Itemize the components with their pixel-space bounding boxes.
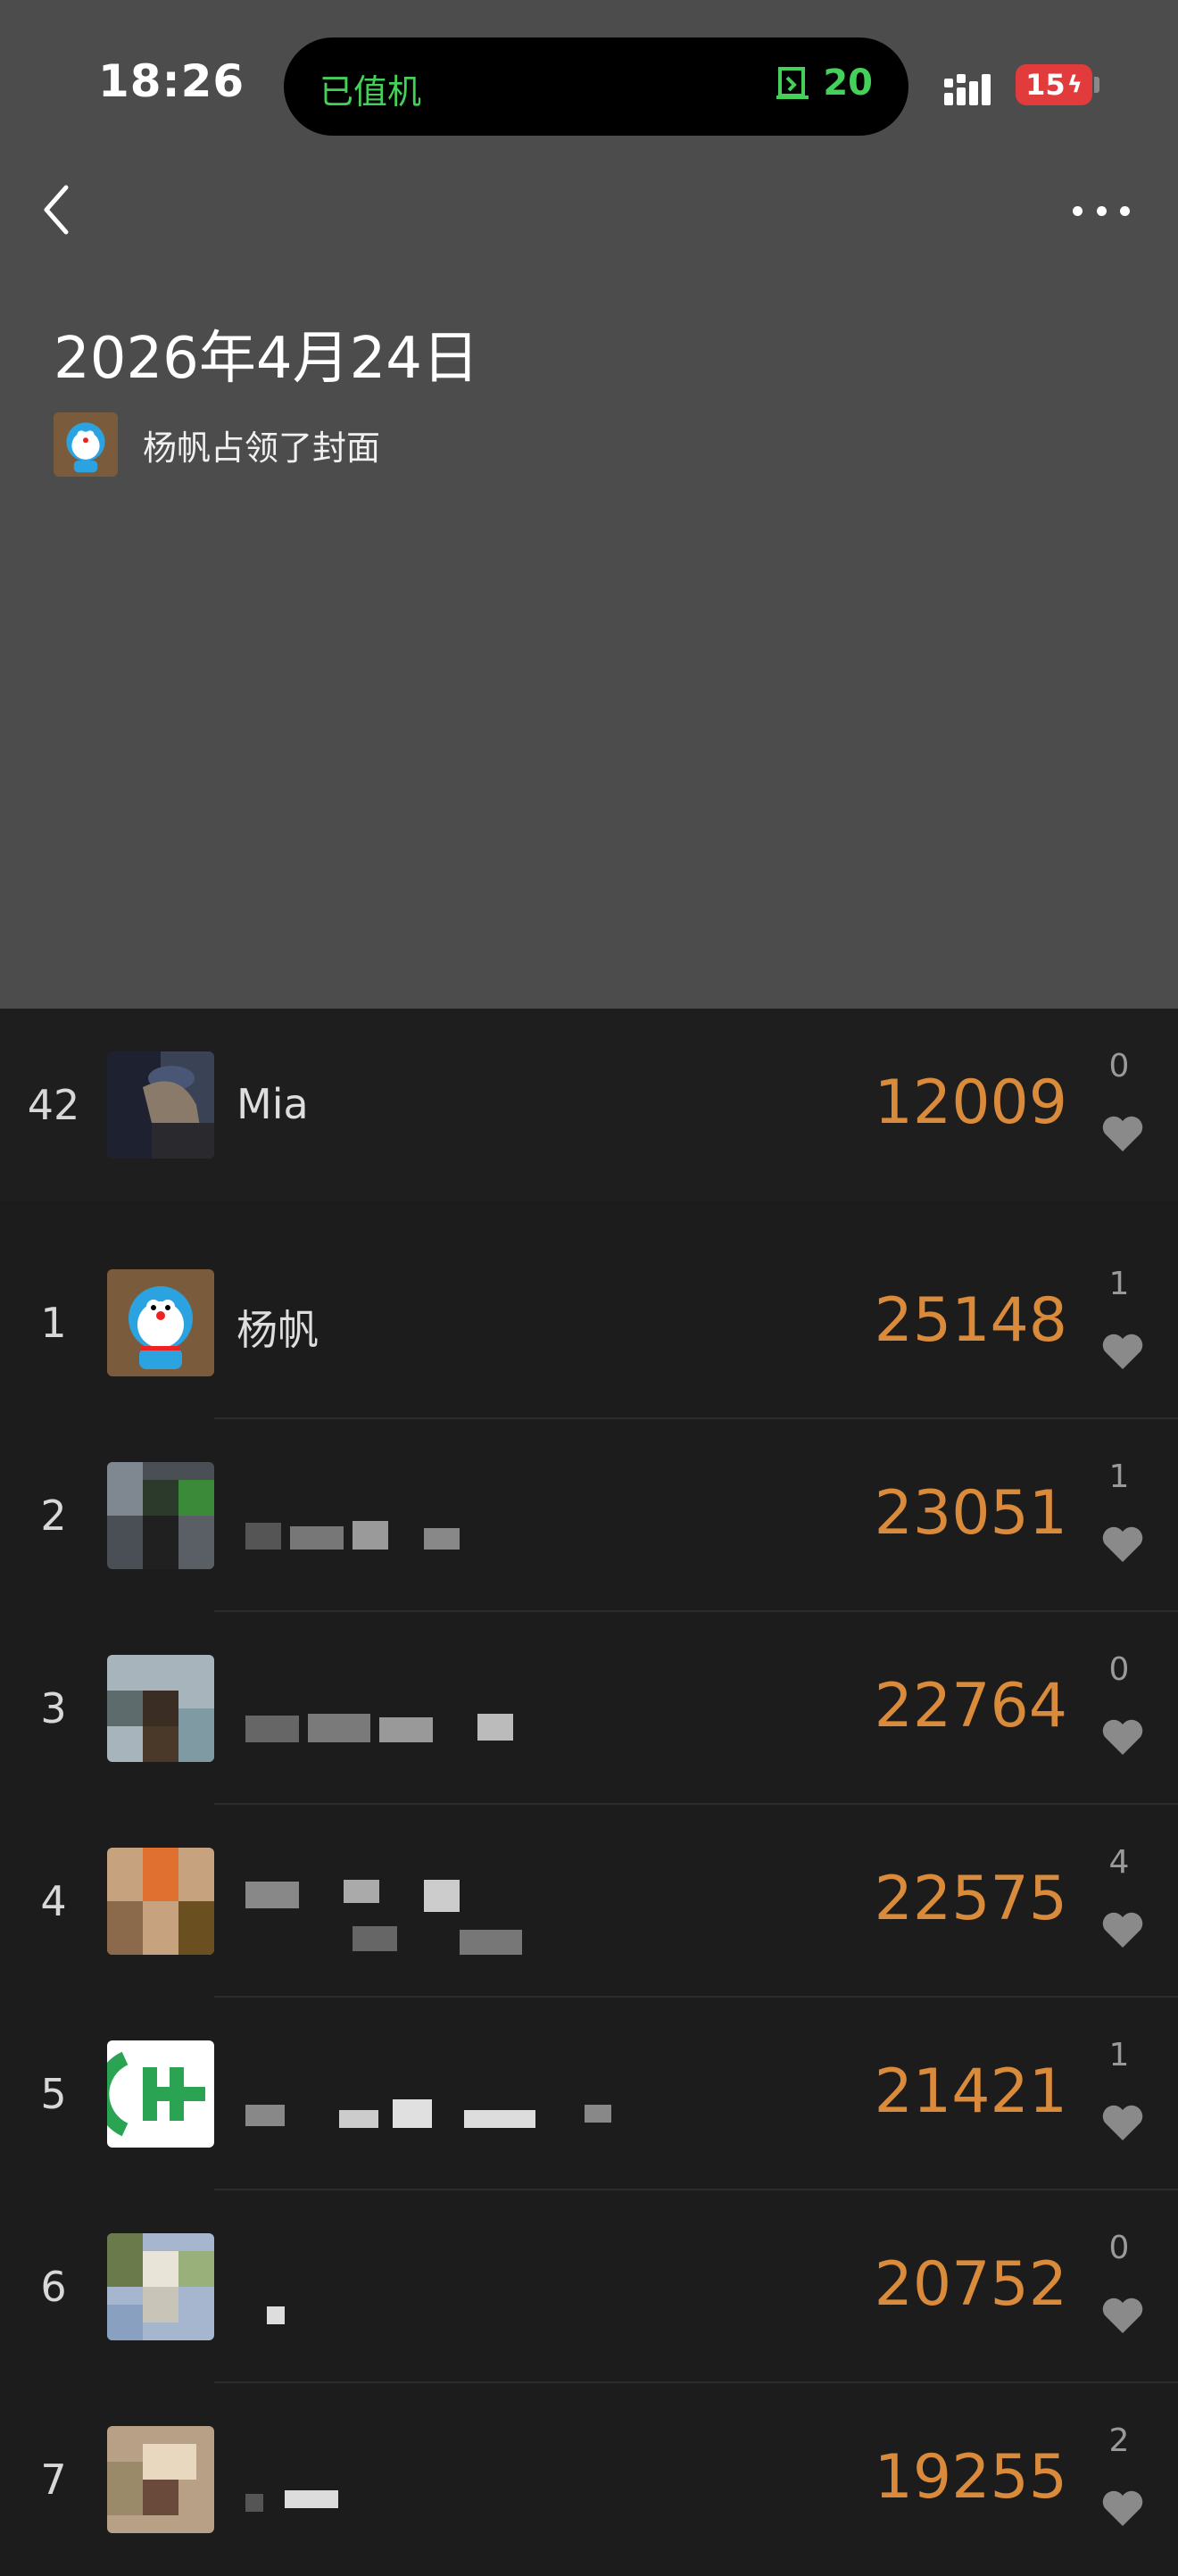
leaderboard-row[interactable]: 5 21421 1 — [0, 1998, 1178, 2190]
user-name — [245, 2490, 338, 2512]
heart-icon[interactable] — [1101, 1525, 1144, 1564]
heart-icon[interactable] — [1101, 1717, 1144, 1757]
flight-gate: 20 — [775, 62, 873, 104]
cover-owner-text: 杨帆占领了封面 — [143, 428, 381, 468]
step-count: 20752 — [874, 2249, 1067, 2320]
page-title: 2026年4月24日 — [54, 326, 480, 392]
like-count: 0 — [1108, 1048, 1130, 1084]
avatar[interactable] — [54, 412, 118, 477]
leaderboard-row[interactable]: 2 23051 1 — [0, 1419, 1178, 1612]
step-count: 12009 — [874, 1068, 1067, 1138]
step-count: 23051 — [874, 1478, 1067, 1549]
avatar[interactable] — [107, 1051, 214, 1159]
rank-number: 7 — [40, 2456, 67, 2504]
gate-icon — [776, 67, 809, 99]
avatar[interactable] — [107, 1848, 214, 1955]
heart-icon[interactable] — [1101, 2489, 1144, 2528]
battery-level: 15 — [1025, 68, 1066, 102]
step-count: 25148 — [874, 1285, 1067, 1356]
step-count: 19255 — [874, 2442, 1067, 2513]
heart-icon[interactable] — [1101, 1114, 1144, 1153]
avatar[interactable] — [107, 2233, 214, 2340]
heart-icon[interactable] — [1101, 2103, 1144, 2142]
avatar[interactable] — [107, 1462, 214, 1569]
like-count: 1 — [1108, 1458, 1130, 1495]
signal-icon — [944, 74, 991, 105]
leaderboard-row[interactable]: 1 杨帆 25148 1 — [0, 1226, 1178, 1419]
step-count: 22575 — [874, 1864, 1067, 1934]
my-rank-row[interactable]: 42 Mia 12009 0 — [0, 1009, 1178, 1201]
user-name — [245, 1880, 522, 1955]
status-time: 18:26 — [98, 55, 245, 107]
dynamic-island[interactable]: 已值机 20 — [284, 37, 908, 136]
heart-icon[interactable] — [1101, 1910, 1144, 1949]
user-name: 杨帆 — [236, 1306, 319, 1354]
gate-number: 20 — [823, 62, 873, 104]
like-count: 2 — [1108, 2422, 1130, 2459]
like-count: 0 — [1108, 1651, 1130, 1688]
battery-tip — [1094, 77, 1099, 93]
status-bar: 18:26 已值机 20 15 ϟ — [0, 0, 1178, 179]
avatar[interactable] — [107, 2426, 214, 2533]
more-options-button[interactable] — [1073, 195, 1130, 227]
like-count: 4 — [1108, 1844, 1130, 1881]
rank-number: 6 — [40, 2263, 67, 2311]
rank-number: 3 — [40, 1684, 67, 1733]
ellipsis-icon — [1073, 205, 1083, 216]
rank-number: 5 — [40, 2070, 67, 2118]
step-count: 21421 — [874, 2057, 1067, 2127]
user-name — [245, 1714, 513, 1742]
user-name — [245, 2099, 611, 2128]
like-count: 0 — [1108, 2230, 1130, 2266]
leaderboard-row[interactable]: 7 19255 2 — [0, 2383, 1178, 2560]
rank-number: 4 — [40, 1877, 67, 1925]
avatar[interactable] — [107, 1269, 214, 1376]
heart-icon[interactable] — [1101, 2296, 1144, 2335]
cover-owner[interactable]: 杨帆占领了封面 — [54, 412, 380, 477]
battery-icon: 15 ϟ — [1016, 64, 1092, 105]
flight-status-text: 已值机 — [319, 72, 422, 112]
like-count: 1 — [1108, 2037, 1130, 2073]
user-name — [267, 2306, 285, 2324]
rank-number: 42 — [27, 1081, 80, 1129]
avatar[interactable] — [107, 1655, 214, 1762]
back-button[interactable] — [39, 179, 75, 241]
step-count: 22764 — [874, 1671, 1067, 1741]
user-name: Mia — [236, 1080, 309, 1128]
rank-number: 2 — [40, 1492, 67, 1540]
charging-bolt-icon: ϟ — [1066, 71, 1083, 98]
heart-icon[interactable] — [1101, 1332, 1144, 1371]
rank-number: 1 — [40, 1299, 67, 1347]
avatar[interactable] — [107, 2040, 214, 2148]
user-name — [245, 1521, 460, 1550]
leaderboard-row[interactable]: 6 20752 0 — [0, 2190, 1178, 2383]
leaderboard-row[interactable]: 4 22575 4 — [0, 1805, 1178, 1998]
leaderboard-row[interactable]: 3 22764 0 — [0, 1612, 1178, 1805]
like-count: 1 — [1108, 1266, 1130, 1302]
